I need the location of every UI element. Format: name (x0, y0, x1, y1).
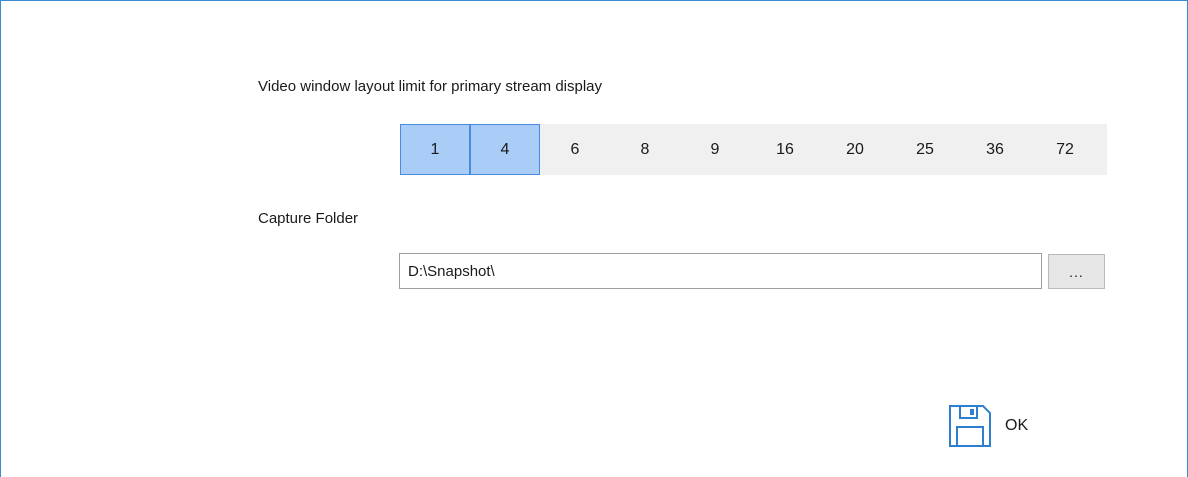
browse-folder-button[interactable]: ... (1048, 254, 1105, 289)
layout-option-8[interactable]: 8 (610, 124, 680, 175)
layout-option-4[interactable]: 4 (470, 124, 540, 175)
layout-option-9[interactable]: 9 (680, 124, 750, 175)
layout-option-72[interactable]: 72 (1030, 124, 1100, 175)
save-icon (949, 405, 991, 447)
ok-button[interactable]: OK (947, 403, 1028, 449)
capture-folder-label: Capture Folder (258, 210, 359, 227)
layout-limit-selector: 1 4 6 8 9 16 20 25 36 72 (400, 124, 1107, 175)
layout-option-20[interactable]: 20 (820, 124, 890, 175)
layout-option-16[interactable]: 16 (750, 124, 820, 175)
layout-option-36[interactable]: 36 (960, 124, 1030, 175)
layout-option-1[interactable]: 1 (400, 124, 470, 175)
layout-limit-label: Video window layout limit for primary st… (258, 78, 603, 95)
layout-option-25[interactable]: 25 (890, 124, 960, 175)
capture-folder-input[interactable] (399, 253, 1042, 289)
ok-label: OK (1005, 417, 1029, 434)
layout-option-6[interactable]: 6 (540, 124, 610, 175)
dialog-window: Video window layout limit for primary st… (0, 0, 1188, 477)
